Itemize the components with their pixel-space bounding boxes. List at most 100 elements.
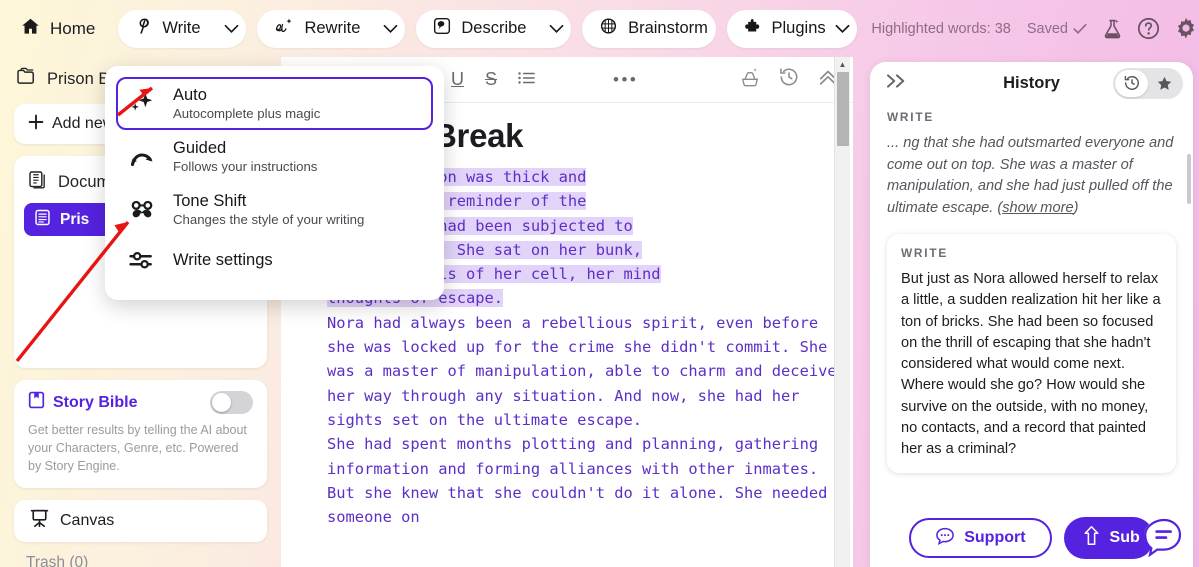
menu-item-write-settings[interactable]: Write settings: [116, 236, 433, 284]
describe-button[interactable]: Describe: [416, 10, 540, 48]
brainstorm-label: Brainstorm: [628, 19, 708, 37]
menu-item-auto-subtitle: Autocomplete plus magic: [173, 106, 321, 121]
menu-item-auto[interactable]: Auto Autocomplete plus magic: [116, 77, 433, 130]
menu-item-guided[interactable]: Guided Follows your instructions: [116, 130, 433, 183]
chevron-down-icon: [224, 24, 238, 33]
more-options-button[interactable]: •••: [613, 70, 638, 90]
menu-item-tone-shift[interactable]: Tone Shift Changes the style of your wri…: [116, 183, 433, 236]
editor-scrollbar[interactable]: ▲: [834, 57, 850, 567]
easel-icon: [30, 509, 49, 533]
history-header: History: [870, 62, 1193, 104]
plugins-button[interactable]: Plugins: [727, 10, 858, 48]
story-bible-title-group[interactable]: Story Bible: [28, 391, 137, 414]
menu-item-auto-title: Auto: [173, 86, 207, 104]
history-panel: History WRITE ... ng that she had outsma…: [870, 62, 1193, 567]
gear-icon[interactable]: [1173, 16, 1199, 42]
brain-icon: [598, 16, 619, 41]
document-item-label: Pris: [60, 210, 90, 228]
sliders-icon: [127, 248, 157, 272]
plugins-label: Plugins: [771, 19, 826, 37]
folder-icon: [16, 67, 38, 91]
story-bible-toggle[interactable]: [210, 391, 253, 414]
history-card-text: But just as Nora allowed herself to rela…: [901, 271, 1161, 458]
history-tab-starred[interactable]: [1148, 70, 1181, 97]
mustache-glasses-icon: [127, 197, 157, 223]
describe-caret-button[interactable]: [540, 9, 571, 48]
strikethrough-button[interactable]: S: [485, 69, 497, 90]
history-card-kicker: WRITE: [901, 246, 949, 260]
scroll-up-arrow[interactable]: ▲: [835, 57, 850, 72]
saved-status: Saved: [1027, 21, 1087, 37]
canvas-label: Canvas: [60, 512, 115, 530]
highlighted-words-count: Highlighted words: 38: [871, 20, 1011, 37]
home-icon: [20, 16, 41, 42]
documents-label: Docum: [58, 173, 111, 191]
home-button[interactable]: Home: [14, 10, 107, 48]
rewrite-caret-button[interactable]: [374, 9, 405, 48]
trash-link[interactable]: Trash (0): [26, 554, 281, 567]
menu-item-tone-shift-text: Tone Shift Changes the style of your wri…: [173, 192, 364, 227]
describe-tool-group: Describe: [416, 9, 572, 48]
brainstorm-button[interactable]: Brainstorm: [582, 10, 715, 48]
quill-icon: [134, 16, 153, 41]
doc-paragraph-1: Nora had always been a rebellious spirit…: [327, 313, 837, 429]
support-button[interactable]: Support: [909, 518, 1052, 558]
menu-item-guided-title: Guided: [173, 139, 227, 157]
menu-item-guided-text: Guided Follows your instructions: [173, 139, 317, 174]
assistant-bubble-icon[interactable]: [1143, 516, 1185, 558]
documents-icon: [28, 170, 48, 195]
describe-label: Describe: [461, 19, 527, 37]
plus-icon: [28, 114, 44, 135]
story-bible-description: Get better results by telling the AI abo…: [28, 423, 247, 473]
format-left-tools: U S: [451, 69, 535, 90]
puzzle-icon: [743, 16, 763, 41]
menu-item-tone-shift-subtitle: Changes the style of your writing: [173, 212, 365, 227]
rewrite-button[interactable]: Rewrite: [257, 10, 374, 48]
chat-bubble-icon: [935, 527, 955, 550]
chevron-down-icon[interactable]: [835, 24, 850, 34]
doc-paragraph-2: She had spent months plotting and planni…: [327, 435, 828, 527]
menu-item-write-settings-text: Write settings: [173, 251, 273, 270]
history-entry-tail: ): [1073, 199, 1079, 216]
canvas-button[interactable]: Canvas: [14, 500, 267, 543]
history-list[interactable]: WRITE ... ng that she had outsmarted eve…: [870, 104, 1193, 567]
write-dropdown-menu: Auto Autocomplete plus magic Guided Foll…: [105, 66, 444, 300]
menu-item-guided-subtitle: Follows your instructions: [173, 159, 318, 174]
project-name: Prison B: [47, 69, 110, 88]
story-bible-card: Story Bible Get better results by tellin…: [14, 380, 267, 489]
write-tool-group: Write: [118, 9, 247, 48]
format-right-tools: [739, 66, 839, 93]
list-icon[interactable]: [518, 69, 535, 90]
rewrite-tool-group: Rewrite: [257, 9, 406, 48]
flask-icon[interactable]: [1101, 17, 1124, 41]
story-bible-header: Story Bible: [28, 391, 253, 414]
write-caret-button[interactable]: [214, 9, 247, 48]
home-label: Home: [50, 18, 96, 38]
history-clock-icon[interactable]: [778, 66, 800, 93]
history-entry-text: ... ng that she had outsmarted everyone …: [887, 133, 1176, 232]
menu-item-write-settings-title: Write settings: [173, 250, 273, 269]
chevron-double-right-icon[interactable]: [886, 73, 908, 94]
history-entry-card[interactable]: WRITE But just as Nora allowed herself t…: [887, 234, 1176, 473]
history-view-toggle: [1113, 67, 1183, 99]
help-circle-icon[interactable]: [1136, 16, 1161, 41]
sub-label: Sub: [1109, 529, 1140, 546]
history-entry: WRITE ... ng that she had outsmarted eve…: [887, 110, 1176, 232]
underline-button[interactable]: U: [451, 69, 464, 90]
show-more-link[interactable]: show more: [1002, 200, 1073, 216]
subscribe-button[interactable]: Sub: [1063, 517, 1154, 559]
history-tab-recent[interactable]: [1115, 69, 1148, 97]
sparkle-tray-icon[interactable]: [739, 67, 761, 92]
history-scrollbar-thumb[interactable]: [1187, 154, 1191, 204]
write-label: Write: [162, 19, 201, 37]
chevron-down-icon: [383, 24, 398, 33]
brainstorm-tool-group: Brainstorm: [582, 9, 716, 48]
scrollbar-thumb[interactable]: [837, 72, 849, 146]
ai-cursive-icon: [273, 16, 295, 41]
document-icon: [34, 209, 51, 231]
support-label: Support: [964, 529, 1026, 546]
write-button[interactable]: Write: [118, 10, 214, 48]
fork-arrows-icon: [127, 144, 157, 170]
book-icon: [28, 391, 45, 414]
history-entry-kicker: WRITE: [887, 110, 935, 124]
